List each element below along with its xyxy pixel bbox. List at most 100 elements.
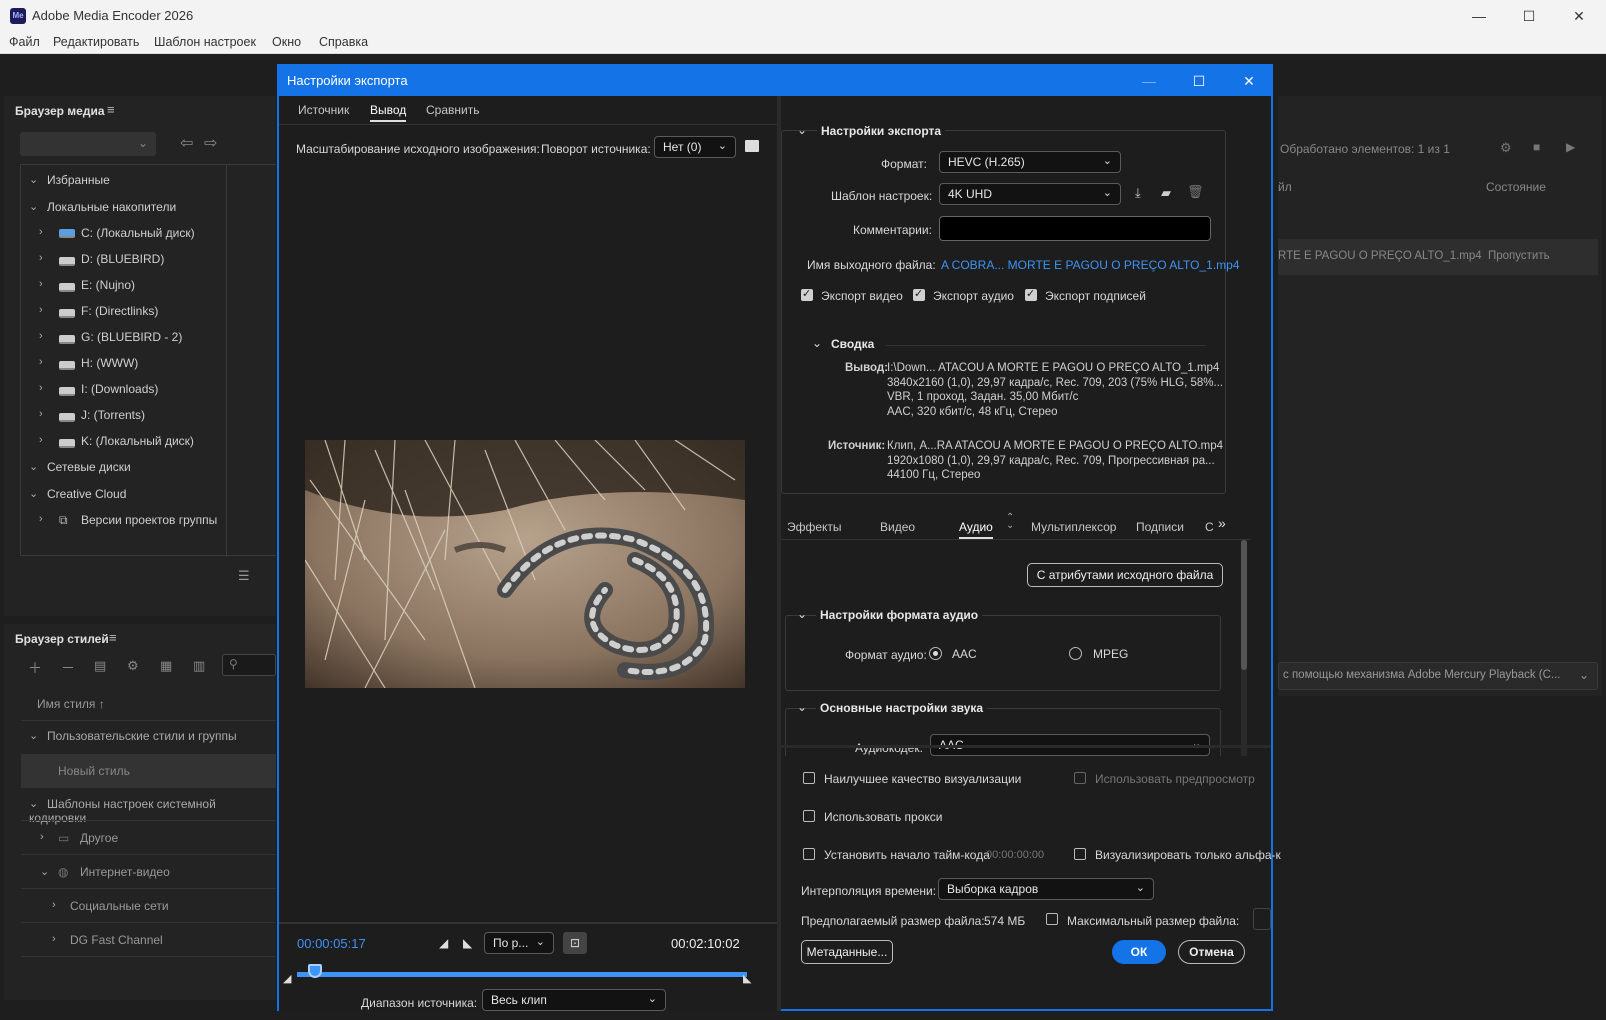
set-timecode-checkbox[interactable]: [803, 848, 815, 860]
dialog-minimize-icon[interactable]: —: [1129, 69, 1169, 93]
more-tabs-icon[interactable]: »: [1218, 515, 1226, 531]
tab-source[interactable]: Источник: [298, 103, 349, 117]
format-dropdown[interactable]: HEVC (H.265) ⌄: [939, 151, 1121, 173]
settings-icon[interactable]: ⚙: [127, 658, 139, 674]
playhead-handle[interactable]: [308, 964, 322, 978]
dialog-close-icon[interactable]: ✕: [1229, 69, 1269, 93]
timeline-scrubber[interactable]: ◢ ◣: [283, 964, 763, 985]
aspect-toggle-icon[interactable]: ⊡: [563, 932, 587, 954]
out-point-icon[interactable]: ◣: [743, 972, 751, 985]
output-name-link[interactable]: A COBRA... MORTE E PAGOU O PREÇO ALTO_1.…: [941, 258, 1240, 272]
tree-network[interactable]: ⌄ Сетевые диски: [29, 460, 131, 480]
tree-drive[interactable]: › E: (Nujno): [39, 278, 135, 298]
tab-effects[interactable]: Эффекты: [787, 520, 842, 534]
play-icon[interactable]: ▶: [1566, 140, 1575, 154]
max-filesize-input[interactable]: [1253, 908, 1271, 930]
max-quality-checkbox[interactable]: [803, 772, 815, 784]
list-view-icon[interactable]: ☰: [238, 568, 250, 584]
mpeg-radio[interactable]: [1069, 647, 1082, 660]
collapse-icon[interactable]: ⌃ ⌄: [1006, 513, 1014, 531]
tree-local-drives[interactable]: ⌄ Локальные накопители: [29, 200, 176, 220]
timecode-start-value[interactable]: 00:00:00:00: [986, 849, 1044, 861]
style-group-web[interactable]: ⌄ ◍ Интернет-видео: [40, 865, 170, 879]
menu-window[interactable]: Окно: [272, 35, 301, 49]
stop-icon[interactable]: ■: [1533, 140, 1540, 154]
export-audio-checkbox[interactable]: [913, 287, 925, 301]
tab-video[interactable]: Видео: [880, 520, 915, 534]
tab-compare[interactable]: Сравнить: [426, 103, 479, 117]
menu-preset[interactable]: Шаблон настроек: [154, 35, 256, 49]
tab-audio[interactable]: Аудио: [959, 520, 993, 539]
panel-menu-icon[interactable]: ≡: [109, 630, 117, 645]
style-search-input[interactable]: ⚲: [222, 654, 276, 676]
use-preview-checkbox[interactable]: [1074, 772, 1086, 784]
chevron-down-icon[interactable]: ⌄: [797, 607, 807, 621]
comments-input[interactable]: [939, 216, 1211, 241]
tree-drive[interactable]: › G: (BLUEBIRD - 2): [39, 330, 182, 350]
current-timecode[interactable]: 00:00:05:17: [297, 936, 366, 951]
add-icon[interactable]: ＋: [28, 658, 42, 678]
use-proxy-checkbox[interactable]: [803, 810, 815, 822]
export-video-checkbox[interactable]: [801, 287, 813, 301]
location-dropdown[interactable]: ⌄: [20, 132, 156, 156]
match-source-button[interactable]: С атрибутами исходного файла: [1027, 563, 1223, 587]
alpha-only-checkbox[interactable]: [1074, 848, 1086, 860]
tree-drive[interactable]: › H: (WWW): [39, 356, 138, 376]
remove-icon[interactable]: －: [61, 658, 75, 678]
delete-preset-icon[interactable]: 🗑: [1187, 184, 1204, 200]
cancel-button[interactable]: Отмена: [1178, 940, 1245, 964]
menu-edit[interactable]: Редактировать: [53, 35, 139, 49]
tree-drive[interactable]: › F: (Directlinks): [39, 304, 158, 324]
style-group-user[interactable]: ⌄ Пользовательские стили и группы: [29, 729, 237, 743]
tree-drive[interactable]: › I: (Downloads): [39, 382, 158, 402]
crop-icon[interactable]: [745, 140, 759, 152]
import-icon[interactable]: ▦: [160, 658, 172, 674]
tree-drive[interactable]: › J: (Torrents): [39, 408, 145, 428]
tab-more[interactable]: С: [1205, 520, 1214, 534]
aac-radio[interactable]: [929, 647, 942, 660]
minimize-icon[interactable]: —: [1456, 4, 1502, 28]
tree-drive[interactable]: › C: (Локальный диск): [39, 226, 195, 246]
settings-scrollbar[interactable]: [1241, 540, 1247, 756]
style-group-social[interactable]: › Социальные сети: [52, 899, 169, 913]
preset-dropdown[interactable]: 4K UHD ⌄: [939, 183, 1121, 205]
style-row-selected[interactable]: Новый стиль: [21, 754, 276, 788]
export-captions-checkbox[interactable]: [1025, 287, 1037, 301]
menu-help[interactable]: Справка: [319, 35, 368, 49]
style-group-dg[interactable]: › DG Fast Channel: [52, 933, 163, 947]
dialog-maximize-icon[interactable]: ☐: [1179, 69, 1219, 93]
group-icon[interactable]: ▤: [94, 658, 106, 674]
queue-item[interactable]: RTE E PAGOU O PREÇO ALTO_1.mp4 Пропустит…: [1278, 239, 1598, 275]
chevron-down-icon[interactable]: ⌄: [812, 336, 822, 350]
tree-team-projects[interactable]: › ⧉ Версии проектов группы: [39, 513, 217, 533]
interp-dropdown[interactable]: Выборка кадров ⌄: [938, 878, 1154, 900]
maximize-icon[interactable]: ☐: [1506, 4, 1552, 28]
forward-icon[interactable]: ⇨: [204, 133, 217, 153]
export-icon[interactable]: ▥: [193, 658, 205, 674]
chevron-down-icon[interactable]: ⌄: [797, 123, 807, 137]
ok-button[interactable]: ОК: [1112, 940, 1166, 964]
close-icon[interactable]: ✕: [1556, 4, 1602, 28]
tree-drive[interactable]: › D: (BLUEBIRD): [39, 252, 164, 272]
rotate-dropdown[interactable]: Нет (0) ⌄: [654, 136, 736, 158]
tree-creative-cloud[interactable]: ⌄ Creative Cloud: [29, 487, 126, 507]
mark-out-icon[interactable]: ◣: [463, 936, 472, 950]
tab-output[interactable]: Вывод: [370, 103, 407, 122]
tab-captions[interactable]: Подписи: [1136, 520, 1184, 534]
column-header-name[interactable]: Имя стиля ↑: [37, 697, 105, 711]
menu-file[interactable]: Файл: [9, 35, 40, 49]
style-group-other[interactable]: › ▭ Другое: [40, 831, 118, 845]
metadata-button[interactable]: Метаданные...: [801, 940, 893, 964]
tree-drive[interactable]: › K: (Локальный диск): [39, 434, 194, 454]
in-point-icon[interactable]: ◢: [283, 972, 291, 985]
import-preset-icon[interactable]: ▰: [1161, 185, 1171, 201]
max-filesize-checkbox[interactable]: [1046, 913, 1058, 925]
chevron-down-icon[interactable]: ⌄: [797, 700, 807, 714]
tree-favorites[interactable]: ⌄ Избранные: [29, 173, 110, 193]
back-icon[interactable]: ⇦: [180, 133, 193, 153]
save-preset-icon[interactable]: ⤓: [1135, 185, 1141, 201]
tab-multiplexer[interactable]: Мультиплексор: [1031, 520, 1116, 534]
scrollbar-thumb[interactable]: [1241, 540, 1247, 670]
range-dropdown[interactable]: Весь клип ⌄: [482, 989, 666, 1011]
panel-menu-icon[interactable]: ≡: [107, 102, 115, 117]
